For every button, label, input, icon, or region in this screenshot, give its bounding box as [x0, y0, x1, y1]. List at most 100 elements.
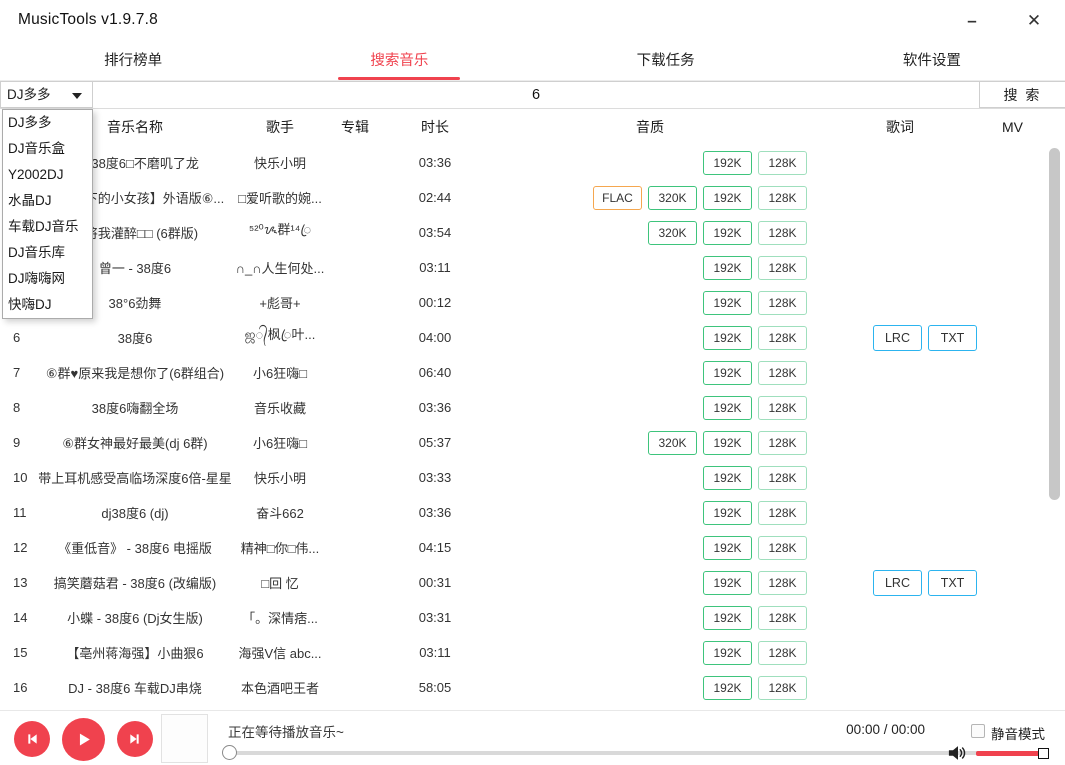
- quality-192k-button[interactable]: 192K: [703, 221, 752, 245]
- table-row[interactable]: 12《重低音》 - 38度6 电摇版精神□你□伟...04:15192K128K: [0, 530, 1040, 565]
- quality-128k-button[interactable]: 128K: [758, 186, 807, 210]
- quality-192k-button[interactable]: 192K: [703, 606, 752, 630]
- dropdown-option[interactable]: 快嗨DJ: [3, 292, 92, 318]
- minimize-button[interactable]: –: [957, 8, 987, 34]
- quality-192k-button[interactable]: 192K: [703, 676, 752, 700]
- tab-download-tasks[interactable]: 下载任务: [533, 44, 799, 80]
- quality-128k-button[interactable]: 128K: [758, 151, 807, 175]
- table-row[interactable]: 16倍38度6□不磨叽了龙快乐小明03:36192K128K: [0, 145, 1040, 180]
- quality-192k-button[interactable]: 192K: [703, 641, 752, 665]
- lyrics-lrc-button[interactable]: LRC: [873, 570, 922, 596]
- song-artist: ஜ᭄枫ꦿ叶...: [235, 324, 325, 351]
- table-row[interactable]: 14小蝶 - 38度6 (Dj女生版)「。深情痞...03:31192K128K: [0, 600, 1040, 635]
- quality-128k-button[interactable]: 128K: [758, 396, 807, 420]
- quality-128k-button[interactable]: 128K: [758, 536, 807, 560]
- mute-checkbox[interactable]: [971, 724, 985, 738]
- quality-320k-button[interactable]: 320K: [648, 431, 697, 455]
- song-name: DJ - 38度6 车载DJ串烧: [35, 678, 235, 697]
- song-name: 38度6嗨翻全场: [35, 398, 235, 417]
- quality-128k-button[interactable]: 128K: [758, 571, 807, 595]
- lyrics-txt-button[interactable]: TXT: [928, 325, 977, 351]
- quality-192k-button[interactable]: 192K: [703, 501, 752, 525]
- quality-128k-button[interactable]: 128K: [758, 361, 807, 385]
- table-row[interactable]: 3你将我灌醉□□ (6群版)⁵²⁰ᝰ群¹⁴ꦿ03:54320K192K128K: [0, 215, 1040, 250]
- volume-slider-thumb[interactable]: [1038, 748, 1049, 759]
- quality-192k-button[interactable]: 192K: [703, 536, 752, 560]
- next-icon: [127, 731, 143, 747]
- quality-128k-button[interactable]: 128K: [758, 221, 807, 245]
- table-row[interactable]: 10带上耳机感受高临场深度6倍-星星快乐小明03:33192K128K: [0, 460, 1040, 495]
- quality-192k-button[interactable]: 192K: [703, 326, 752, 350]
- quality-128k-button[interactable]: 128K: [758, 256, 807, 280]
- table-row[interactable]: 638度6ஜ᭄枫ꦿ叶...04:00192K128KLRCTXT: [0, 320, 1040, 355]
- table-header: 音乐名称 歌手 专辑 时长 音质 歌词 MV: [0, 109, 1040, 145]
- table-row[interactable]: 4曾一 - 38度6∩_∩人生何处...03:11192K128K: [0, 250, 1040, 285]
- tab-ranking[interactable]: 排行榜单: [0, 44, 266, 80]
- table-row[interactable]: 15【亳州蒋海强】小曲狠6海强V信 abc...03:11192K128K: [0, 635, 1040, 670]
- quality-128k-button[interactable]: 128K: [758, 431, 807, 455]
- lyrics-buttons: LRCTXT: [815, 325, 985, 351]
- dropdown-option[interactable]: 水晶DJ: [3, 188, 92, 214]
- table-row[interactable]: 2【路灯下的小女孩】外语版⑥...□爱听歌的婉...02:44FLAC320K1…: [0, 180, 1040, 215]
- table-row[interactable]: 838度6嗨翻全场音乐收藏03:36192K128K: [0, 390, 1040, 425]
- table-row[interactable]: 11dj38度6 (dj)奋斗66203:36192K128K: [0, 495, 1040, 530]
- quality-192k-button[interactable]: 192K: [703, 291, 752, 315]
- dropdown-option[interactable]: DJ音乐库: [3, 240, 92, 266]
- dropdown-option[interactable]: DJ多多: [3, 110, 92, 136]
- song-duration: 03:36: [385, 400, 485, 415]
- quality-flac-button[interactable]: FLAC: [593, 186, 642, 210]
- tab-settings[interactable]: 软件设置: [799, 44, 1065, 80]
- search-row: DJ多多 搜 索: [0, 81, 1065, 109]
- quality-192k-button[interactable]: 192K: [703, 466, 752, 490]
- quality-192k-button[interactable]: 192K: [703, 361, 752, 385]
- play-button[interactable]: [62, 718, 105, 761]
- next-track-button[interactable]: [117, 721, 153, 757]
- scrollbar-thumb[interactable]: [1049, 148, 1060, 500]
- quality-192k-button[interactable]: 192K: [703, 396, 752, 420]
- quality-buttons: 320K192K128K: [485, 431, 815, 455]
- row-index: 16: [0, 680, 35, 695]
- progress-slider-thumb[interactable]: [222, 745, 237, 760]
- row-index: 10: [0, 470, 35, 485]
- quality-192k-button[interactable]: 192K: [703, 431, 752, 455]
- search-input[interactable]: [93, 81, 979, 108]
- quality-192k-button[interactable]: 192K: [703, 256, 752, 280]
- lyrics-txt-button[interactable]: TXT: [928, 570, 977, 596]
- quality-192k-button[interactable]: 192K: [703, 151, 752, 175]
- quality-192k-button[interactable]: 192K: [703, 186, 752, 210]
- song-name: 《重低音》 - 38度6 电摇版: [35, 538, 235, 557]
- dropdown-option[interactable]: DJ嗨嗨网: [3, 266, 92, 292]
- dropdown-option[interactable]: Y2002DJ: [3, 162, 92, 188]
- song-duration: 05:37: [385, 435, 485, 450]
- quality-128k-button[interactable]: 128K: [758, 326, 807, 350]
- quality-128k-button[interactable]: 128K: [758, 606, 807, 630]
- chevron-down-icon: [72, 93, 82, 99]
- quality-128k-button[interactable]: 128K: [758, 676, 807, 700]
- table-row[interactable]: 16DJ - 38度6 车载DJ串烧本色酒吧王者58:05192K128K: [0, 670, 1040, 705]
- quality-192k-button[interactable]: 192K: [703, 571, 752, 595]
- quality-320k-button[interactable]: 320K: [648, 221, 697, 245]
- table-row[interactable]: 9⑥群女神最好最美(dj 6群)小6狂嗨□05:37320K192K128K: [0, 425, 1040, 460]
- dropdown-option[interactable]: 车载DJ音乐: [3, 214, 92, 240]
- lyrics-lrc-button[interactable]: LRC: [873, 325, 922, 351]
- table-row[interactable]: 7⑥群♥原来我是想你了(6群组合)小6狂嗨□06:40192K128K: [0, 355, 1040, 390]
- song-artist: 快乐小明: [235, 153, 325, 172]
- song-duration: 03:11: [385, 260, 485, 275]
- dropdown-option[interactable]: DJ音乐盒: [3, 136, 92, 162]
- progress-slider[interactable]: [228, 751, 1040, 755]
- song-duration: 03:11: [385, 645, 485, 660]
- quality-128k-button[interactable]: 128K: [758, 641, 807, 665]
- search-button[interactable]: 搜 索: [979, 81, 1065, 108]
- quality-128k-button[interactable]: 128K: [758, 501, 807, 525]
- table-row[interactable]: 538°6劲舞+彪哥+00:12192K128K: [0, 285, 1040, 320]
- quality-128k-button[interactable]: 128K: [758, 291, 807, 315]
- close-button[interactable]: ✕: [1019, 8, 1049, 34]
- table-row[interactable]: 13搞笑蘑菇君 - 38度6 (改编版)□回 忆00:31192K128KLRC…: [0, 565, 1040, 600]
- tab-search-music[interactable]: 搜索音乐: [266, 44, 532, 80]
- previous-track-button[interactable]: [14, 721, 50, 757]
- row-index: 8: [0, 400, 35, 415]
- quality-320k-button[interactable]: 320K: [648, 186, 697, 210]
- quality-128k-button[interactable]: 128K: [758, 466, 807, 490]
- song-duration: 06:40: [385, 365, 485, 380]
- source-select[interactable]: DJ多多: [0, 81, 93, 108]
